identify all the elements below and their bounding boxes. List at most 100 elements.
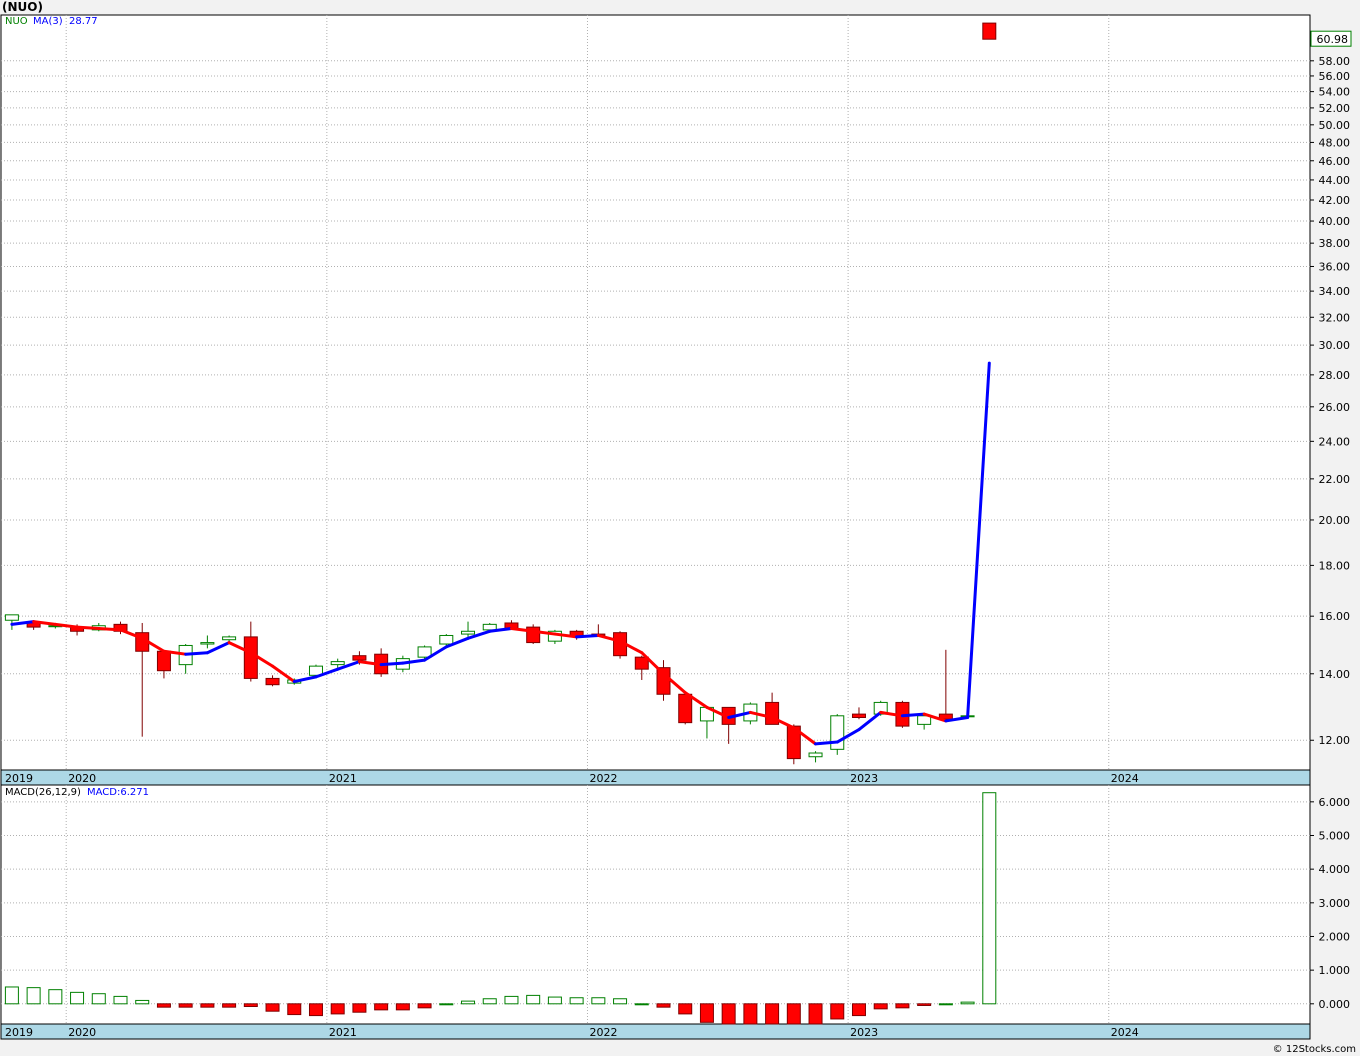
price-tick-label: 52.00 xyxy=(1319,102,1351,115)
macd-bar xyxy=(591,997,606,1005)
macd-bar xyxy=(569,997,584,1005)
copyright-text: © 12Stocks.com xyxy=(1272,1044,1356,1055)
price-year-label: 2019 xyxy=(5,772,33,785)
price-tick-label: 50.00 xyxy=(1319,119,1351,132)
macd-year-label: 2020 xyxy=(68,1026,96,1039)
macd-bar xyxy=(113,995,128,1005)
candle-body xyxy=(222,636,237,641)
ma-segment xyxy=(379,661,405,667)
price-tick-label: 14.00 xyxy=(1319,668,1351,681)
macd-bar xyxy=(613,998,628,1005)
macd-tick-label: 5.000 xyxy=(1319,829,1351,842)
macd-bar xyxy=(917,1003,932,1006)
macd-bar xyxy=(135,999,150,1005)
price-tick-label: 58.00 xyxy=(1319,55,1351,68)
macd-bar xyxy=(721,1003,736,1025)
candle-body xyxy=(439,634,454,645)
macd-bar xyxy=(526,994,541,1005)
price-tick-label: 22.00 xyxy=(1319,473,1351,486)
candle-body xyxy=(656,667,671,695)
macd-bar xyxy=(222,1003,237,1008)
macd-bar xyxy=(352,1003,367,1013)
price-year-label: 2023 xyxy=(850,772,878,785)
price-tick-label: 56.00 xyxy=(1319,70,1351,83)
chart-svg: 12.00 14.00 16.00 18.00 20.00 22.00 24.00 26.00… xyxy=(0,14,1352,1040)
candle-body xyxy=(156,650,171,672)
price-year-label: 2022 xyxy=(589,772,617,785)
macd-bar xyxy=(156,1003,171,1008)
macd-bar xyxy=(960,1001,975,1005)
ma-segment xyxy=(814,740,839,746)
candle-body xyxy=(243,636,258,679)
macd-tick-label: 6.000 xyxy=(1319,796,1351,809)
macd-bar xyxy=(374,1003,389,1011)
price-tick-label: 20.00 xyxy=(1319,514,1351,527)
macd-bar xyxy=(765,1003,780,1025)
macd-tick-label: 1.000 xyxy=(1319,964,1351,977)
price-tick-label: 28.00 xyxy=(1319,369,1351,382)
price-tick-label: 16.00 xyxy=(1319,610,1351,623)
candle-body xyxy=(482,623,497,631)
candle-body xyxy=(808,752,823,758)
macd-bar xyxy=(243,1003,258,1007)
price-tick-label: 34.00 xyxy=(1319,285,1351,298)
candle-body xyxy=(461,630,476,635)
candle-body xyxy=(982,22,997,40)
macd-bar xyxy=(178,1003,193,1008)
ma-segment xyxy=(184,651,209,656)
macd-bar xyxy=(70,991,85,1005)
price-year-label: 2024 xyxy=(1111,772,1139,785)
macd-bar xyxy=(547,996,562,1005)
macd-bar xyxy=(48,989,63,1005)
macd-legend-value: MACD:6.271 xyxy=(87,787,149,798)
macd-bar xyxy=(330,1003,345,1015)
macd-tick-label: 3.000 xyxy=(1319,897,1351,910)
price-tick-label: 30.00 xyxy=(1319,339,1351,352)
macd-year-label: 2023 xyxy=(850,1026,878,1039)
candle-body xyxy=(330,661,345,666)
macd-year-label: 2019 xyxy=(5,1026,33,1039)
macd-tick-label: 4.000 xyxy=(1319,863,1351,876)
macd-year-label: 2021 xyxy=(329,1026,357,1039)
macd-year-label: 2022 xyxy=(589,1026,617,1039)
macd-bar xyxy=(308,1003,323,1017)
price-tick-label: 48.00 xyxy=(1319,136,1351,149)
candle-body xyxy=(678,693,693,724)
macd-bar xyxy=(938,1003,953,1006)
price-tick-label: 42.00 xyxy=(1319,194,1351,207)
ma-segment xyxy=(97,626,122,632)
candle-body xyxy=(200,642,215,645)
price-tick-label: 12.00 xyxy=(1319,734,1351,747)
macd-bar xyxy=(699,1003,714,1023)
macd-bar xyxy=(439,1003,454,1006)
ma-segment xyxy=(900,712,926,718)
last-price-label: 60.98 xyxy=(1317,33,1349,46)
macd-bar xyxy=(895,1003,910,1009)
price-year-label: 2020 xyxy=(68,772,96,785)
macd-bar xyxy=(417,1003,432,1009)
price-tick-label: 32.00 xyxy=(1319,311,1351,324)
legend-ma-label: MA(3) xyxy=(33,16,63,27)
ma-segment xyxy=(575,633,600,639)
price-tick-label: 46.00 xyxy=(1319,155,1351,168)
macd-bar xyxy=(91,993,106,1005)
macd-legend-label: MACD(26,12,9) xyxy=(5,787,81,798)
candle-body xyxy=(851,713,866,718)
macd-bar xyxy=(982,792,997,1005)
macd-tick-label: 2.000 xyxy=(1319,930,1351,943)
macd-bar xyxy=(678,1003,693,1015)
candle-body xyxy=(352,655,367,661)
price-tick-label: 44.00 xyxy=(1319,174,1351,187)
candle-body xyxy=(4,614,19,621)
macd-bar xyxy=(287,1003,302,1016)
macd-panel xyxy=(0,784,1311,1025)
price-tick-label: 18.00 xyxy=(1319,559,1351,572)
macd-bar xyxy=(634,1003,649,1006)
price-tick-label: 36.00 xyxy=(1319,260,1351,273)
price-year-label: 2021 xyxy=(329,772,357,785)
macd-year-label: 2024 xyxy=(1111,1026,1139,1039)
macd-bar xyxy=(851,1003,866,1017)
price-panel xyxy=(0,14,1311,771)
legend-ma-value: 28.77 xyxy=(69,16,98,27)
macd-bar xyxy=(395,1003,410,1011)
